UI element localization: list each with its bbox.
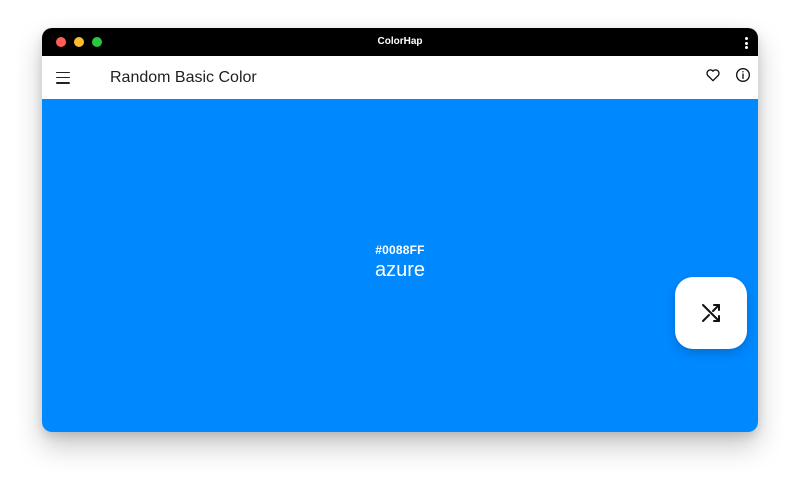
color-info: #0088FF azure <box>42 243 758 282</box>
window-menu-button[interactable] <box>744 37 748 49</box>
heart-icon[interactable] <box>705 67 721 83</box>
app-bar: Random Basic Color <box>42 56 758 100</box>
shuffle-button[interactable] <box>675 277 747 349</box>
close-window-button[interactable] <box>56 37 66 47</box>
app-bar-actions <box>705 67 751 83</box>
hamburger-icon[interactable] <box>56 71 70 84</box>
kebab-dot <box>744 46 748 49</box>
title-bar: ColorHap <box>42 28 758 56</box>
kebab-dot <box>744 41 748 45</box>
kebab-dot <box>744 37 748 40</box>
color-display-area: #0088FF azure <box>42 99 758 432</box>
color-name: azure <box>374 259 426 281</box>
app-window: ColorHap Random Basic Color #0088FF azur… <box>42 28 758 432</box>
page-title: Random Basic Color <box>110 68 257 86</box>
color-hex-code: #0088FF <box>375 243 425 257</box>
shuffle-icon <box>702 304 720 322</box>
zoom-window-button[interactable] <box>92 37 102 47</box>
window-controls <box>56 37 102 47</box>
window-title: ColorHap <box>377 36 423 47</box>
minimize-window-button[interactable] <box>74 37 84 47</box>
info-icon[interactable] <box>735 67 751 83</box>
